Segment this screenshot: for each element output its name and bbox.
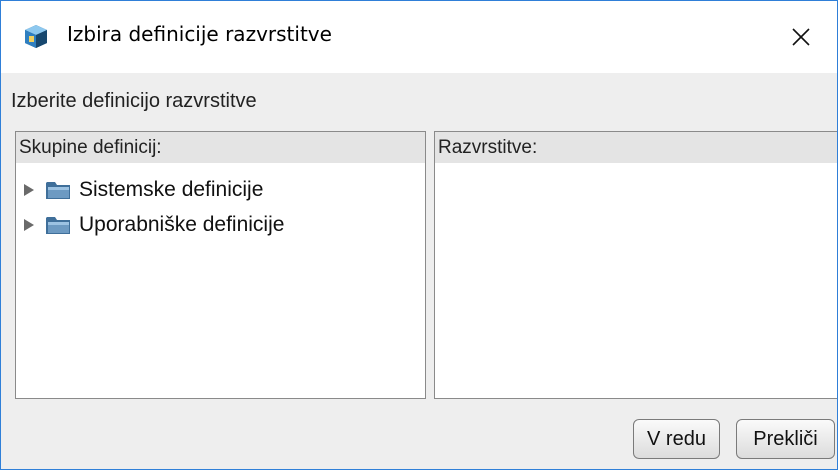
folder-icon — [46, 217, 70, 234]
app-cube-icon — [25, 25, 47, 48]
dialog-window: Izbira definicije razvrstitve Izberite d… — [0, 0, 838, 470]
definition-groups-header: Skupine definicij: — [16, 132, 425, 163]
classifications-panel[interactable]: Razvrstitve: — [434, 131, 837, 399]
classifications-header: Razvrstitve: — [435, 132, 837, 163]
ok-button[interactable]: V redu — [633, 419, 720, 459]
instruction-label: Izberite definicijo razvrstitve — [11, 90, 257, 112]
close-button[interactable] — [765, 1, 837, 73]
close-icon — [792, 28, 810, 46]
title-bar[interactable]: Izbira definicije razvrstitve — [1, 1, 837, 73]
expand-arrow-icon[interactable] — [24, 183, 38, 197]
tree-item-user-definitions[interactable]: Uporabniške definicije — [24, 209, 284, 241]
definition-groups-panel: Skupine definicij: Sistemske definicije — [15, 131, 426, 399]
cancel-button[interactable]: Prekliči — [736, 419, 835, 459]
tree-item-system-definitions[interactable]: Sistemske definicije — [24, 174, 263, 206]
folder-icon — [46, 182, 70, 199]
dialog-content: Izberite definicijo razvrstitve Skupine … — [1, 73, 837, 469]
tree-item-label: Uporabniške definicije — [79, 213, 285, 236]
tree-item-label: Sistemske definicije — [79, 178, 264, 201]
window-title: Izbira definicije razvrstitve — [67, 22, 332, 46]
expand-arrow-icon[interactable] — [24, 218, 38, 232]
